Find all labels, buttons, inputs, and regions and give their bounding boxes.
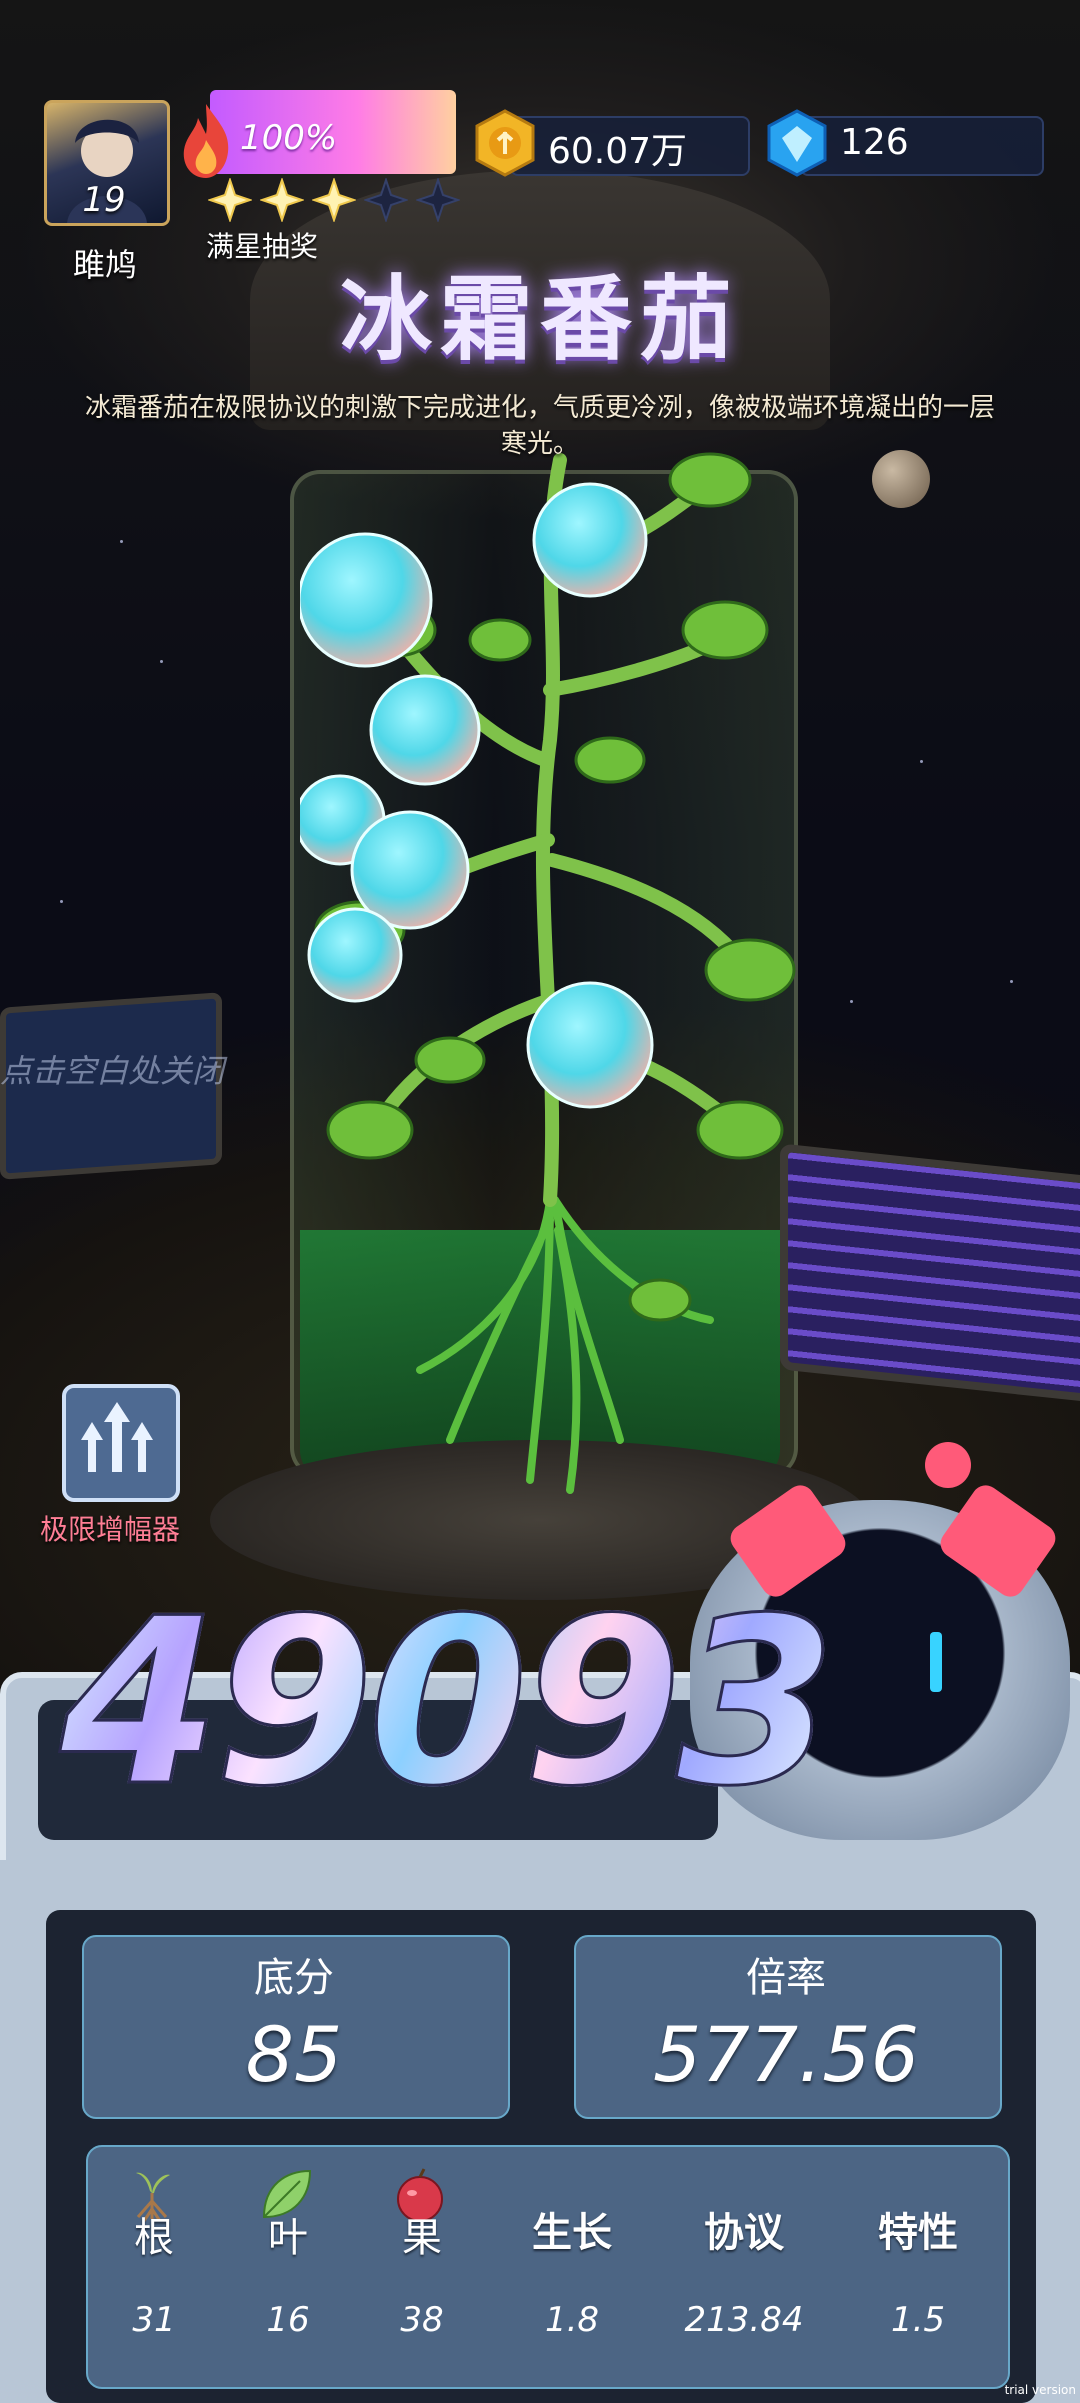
player-level: 19 xyxy=(82,180,126,220)
attr-protocol-label: 协议 xyxy=(704,2210,784,2256)
trial-watermark: trial version xyxy=(1004,2383,1076,2397)
plant-title: 冰霜番茄 xyxy=(339,266,740,373)
star-filled-icon xyxy=(208,178,252,222)
extreme-amplifier-label: 极限增幅器 xyxy=(40,1513,181,1546)
total-score: 49093 xyxy=(58,1569,837,1839)
attr-fruit-label: 果 xyxy=(402,2215,442,2261)
star-filled-icon xyxy=(312,178,356,222)
multiplier-label: 倍率 xyxy=(746,1955,826,2001)
attr-trait-label: 特性 xyxy=(878,2210,958,2256)
robot-antenna xyxy=(925,1442,971,1488)
star-empty-icon xyxy=(364,178,408,222)
space-star xyxy=(60,900,63,903)
fire-icon xyxy=(183,104,229,178)
attr-fruit-value: 38 xyxy=(400,2300,444,2340)
space-star xyxy=(1010,980,1013,983)
frost-tomato-plant xyxy=(300,452,796,1494)
space-star xyxy=(160,660,163,663)
robot-eye xyxy=(930,1632,942,1692)
attr-protocol-value: 213.84 xyxy=(684,2300,804,2340)
extreme-amplifier-button[interactable] xyxy=(62,1384,180,1502)
plant-description: 冰霜番茄在极限协议的刺激下完成进化，气质更冷冽，像被极端环境凝出的一层寒光。 xyxy=(84,393,995,459)
space-star xyxy=(920,760,923,763)
upgrade-arrows-icon xyxy=(81,1402,153,1472)
space-star xyxy=(120,540,123,543)
attr-root-value: 31 xyxy=(132,2300,176,2340)
gem-amount: 126 xyxy=(840,122,909,163)
attr-growth-label: 生长 xyxy=(532,2210,612,2256)
blue-gem-icon xyxy=(767,109,827,177)
attributes-card xyxy=(86,2145,1010,2389)
attr-growth-value: 1.8 xyxy=(544,2300,600,2340)
star-filled-icon xyxy=(260,178,304,222)
energy-percent: 100% xyxy=(240,118,338,158)
base-score-value: 85 xyxy=(245,2010,343,2099)
base-score-label: 底分 xyxy=(254,1955,334,2001)
multiplier-value: 577.56 xyxy=(653,2010,919,2099)
attr-leaf-value: 16 xyxy=(266,2300,310,2340)
star-empty-icon xyxy=(416,178,460,222)
close-hint[interactable]: 点击空白处关闭 xyxy=(0,1046,224,1092)
right-monitor xyxy=(780,1143,1080,1403)
gem-counter[interactable] xyxy=(800,116,1044,176)
attr-trait-value: 1.5 xyxy=(890,2300,946,2340)
attr-root-label: 根 xyxy=(134,2215,174,2261)
gold-amount: 60.07万 xyxy=(548,131,688,172)
star-rating[interactable] xyxy=(208,178,460,224)
gold-coin-icon xyxy=(475,109,535,177)
attr-leaf-label: 叶 xyxy=(268,2215,308,2261)
space-star xyxy=(850,1000,853,1003)
